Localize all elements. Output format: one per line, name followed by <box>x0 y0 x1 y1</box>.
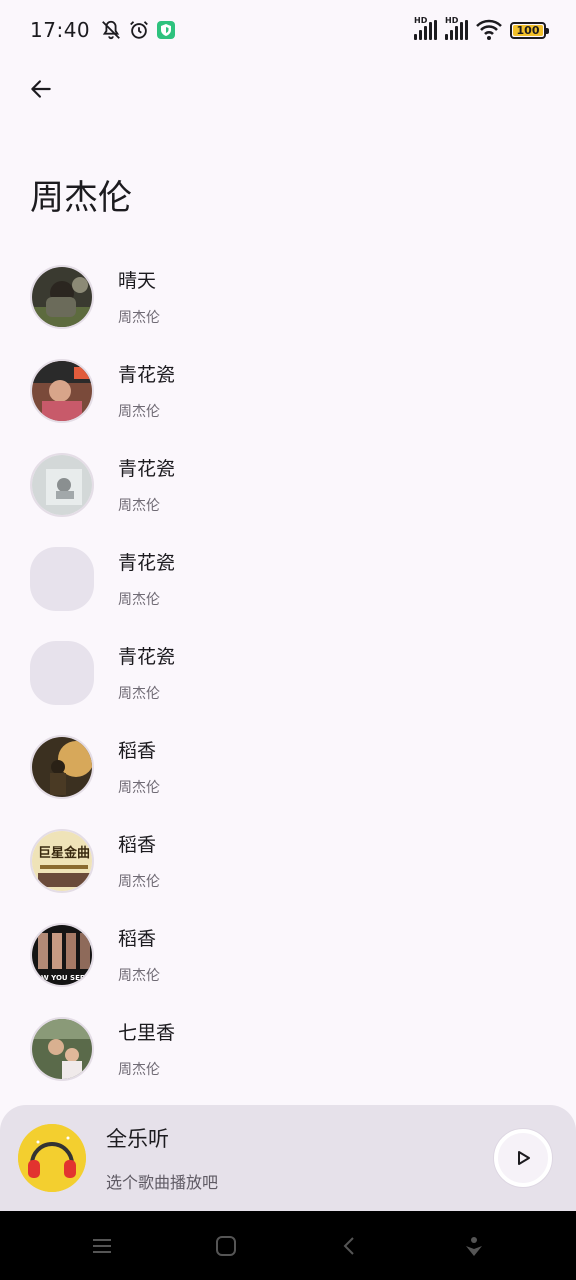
song-title: 稻香 <box>118 740 157 762</box>
alarm-icon <box>130 21 149 39</box>
song-title: 青花瓷 <box>118 364 176 386</box>
song-item[interactable]: 青花瓷 周杰伦 <box>0 532 576 626</box>
song-artist: 周杰伦 <box>118 592 160 608</box>
navigation-bar <box>0 1211 576 1280</box>
battery-level: 100 <box>516 23 540 37</box>
status-bar: 17:40 HD HD 100 <box>0 0 576 60</box>
song-artist: 周杰伦 <box>118 968 160 984</box>
song-artist: 周杰伦 <box>118 404 160 420</box>
song-item[interactable]: 青花瓷 周杰伦 <box>0 626 576 720</box>
back-button[interactable] <box>22 70 60 108</box>
player-title: 全乐听 <box>106 1127 169 1151</box>
song-title: 青花瓷 <box>118 458 176 480</box>
assistant-icon <box>466 1236 482 1256</box>
song-artist: 周杰伦 <box>118 780 160 796</box>
song-item[interactable]: 巨星金曲 稻香 周杰伦 <box>0 814 576 908</box>
play-button[interactable] <box>494 1129 552 1187</box>
song-artist: 周杰伦 <box>118 686 160 702</box>
song-title: 稻香 <box>118 834 157 856</box>
nav-back-button[interactable] <box>330 1226 370 1266</box>
album-8-cover-text: NOW YOU SEE ME <box>32 974 94 982</box>
song-item[interactable]: 青花瓷 周杰伦 <box>0 438 576 532</box>
album-cover <box>30 453 94 517</box>
battery-icon: 100 <box>510 21 549 39</box>
album-cover <box>30 1017 94 1081</box>
song-title: 稻香 <box>118 928 157 950</box>
home-square-icon <box>216 1235 236 1256</box>
wifi-icon <box>476 19 502 40</box>
player-cover <box>18 1124 86 1192</box>
song-item[interactable]: 青花瓷 周杰伦 <box>0 344 576 438</box>
headphones-icon <box>18 1124 86 1192</box>
song-title: 七里香 <box>118 1022 176 1044</box>
screen: 17:40 HD HD 100 周杰伦 晴天 周杰伦 青花瓷 周杰伦 青花瓷 周… <box>0 0 576 1280</box>
shield-app-icon <box>157 21 176 39</box>
song-artist: 周杰伦 <box>118 310 160 326</box>
song-title: 青花瓷 <box>118 646 176 668</box>
signal-1-icon: HD <box>414 16 437 40</box>
album-cover <box>30 359 94 423</box>
album-cover <box>30 265 94 329</box>
song-item[interactable]: 晴天 周杰伦 <box>0 250 576 344</box>
page-title: 周杰伦 <box>30 178 132 218</box>
status-time: 17:40 <box>30 18 91 42</box>
nav-home-button[interactable] <box>206 1226 246 1266</box>
album-cover <box>30 735 94 799</box>
bell-off-icon <box>102 20 121 40</box>
status-right-icons: HD HD 100 <box>414 16 549 41</box>
song-item[interactable]: 七里香 周杰伦 <box>0 1002 576 1096</box>
chevron-left-icon <box>343 1236 354 1255</box>
album-cover-placeholder <box>30 547 94 611</box>
album-cover-placeholder <box>30 641 94 705</box>
play-icon <box>518 1151 530 1165</box>
song-list: 晴天 周杰伦 青花瓷 周杰伦 青花瓷 周杰伦 青花瓷 周杰伦 青花瓷 周杰伦 稻… <box>0 250 576 1096</box>
album-cover: 巨星金曲 <box>30 829 94 893</box>
mini-player[interactable]: 全乐听 选个歌曲播放吧 <box>0 1105 576 1211</box>
nav-menu-button[interactable] <box>82 1226 122 1266</box>
arrow-left-icon <box>31 80 51 98</box>
menu-icon <box>93 1238 111 1253</box>
song-artist: 周杰伦 <box>118 1062 160 1078</box>
album-7-cover-text: 巨星金曲 <box>38 845 90 861</box>
song-item[interactable]: NOW YOU SEE ME 稻香 周杰伦 <box>0 908 576 1002</box>
album-cover: NOW YOU SEE ME <box>30 923 94 987</box>
status-left-icons <box>100 19 176 41</box>
nav-assistant-button[interactable] <box>454 1226 494 1266</box>
signal-2-icon: HD <box>445 16 468 40</box>
song-title: 青花瓷 <box>118 552 176 574</box>
song-title: 晴天 <box>118 270 157 292</box>
song-artist: 周杰伦 <box>118 498 160 514</box>
song-item[interactable]: 稻香 周杰伦 <box>0 720 576 814</box>
player-subtitle: 选个歌曲播放吧 <box>106 1173 219 1192</box>
song-artist: 周杰伦 <box>118 874 160 890</box>
